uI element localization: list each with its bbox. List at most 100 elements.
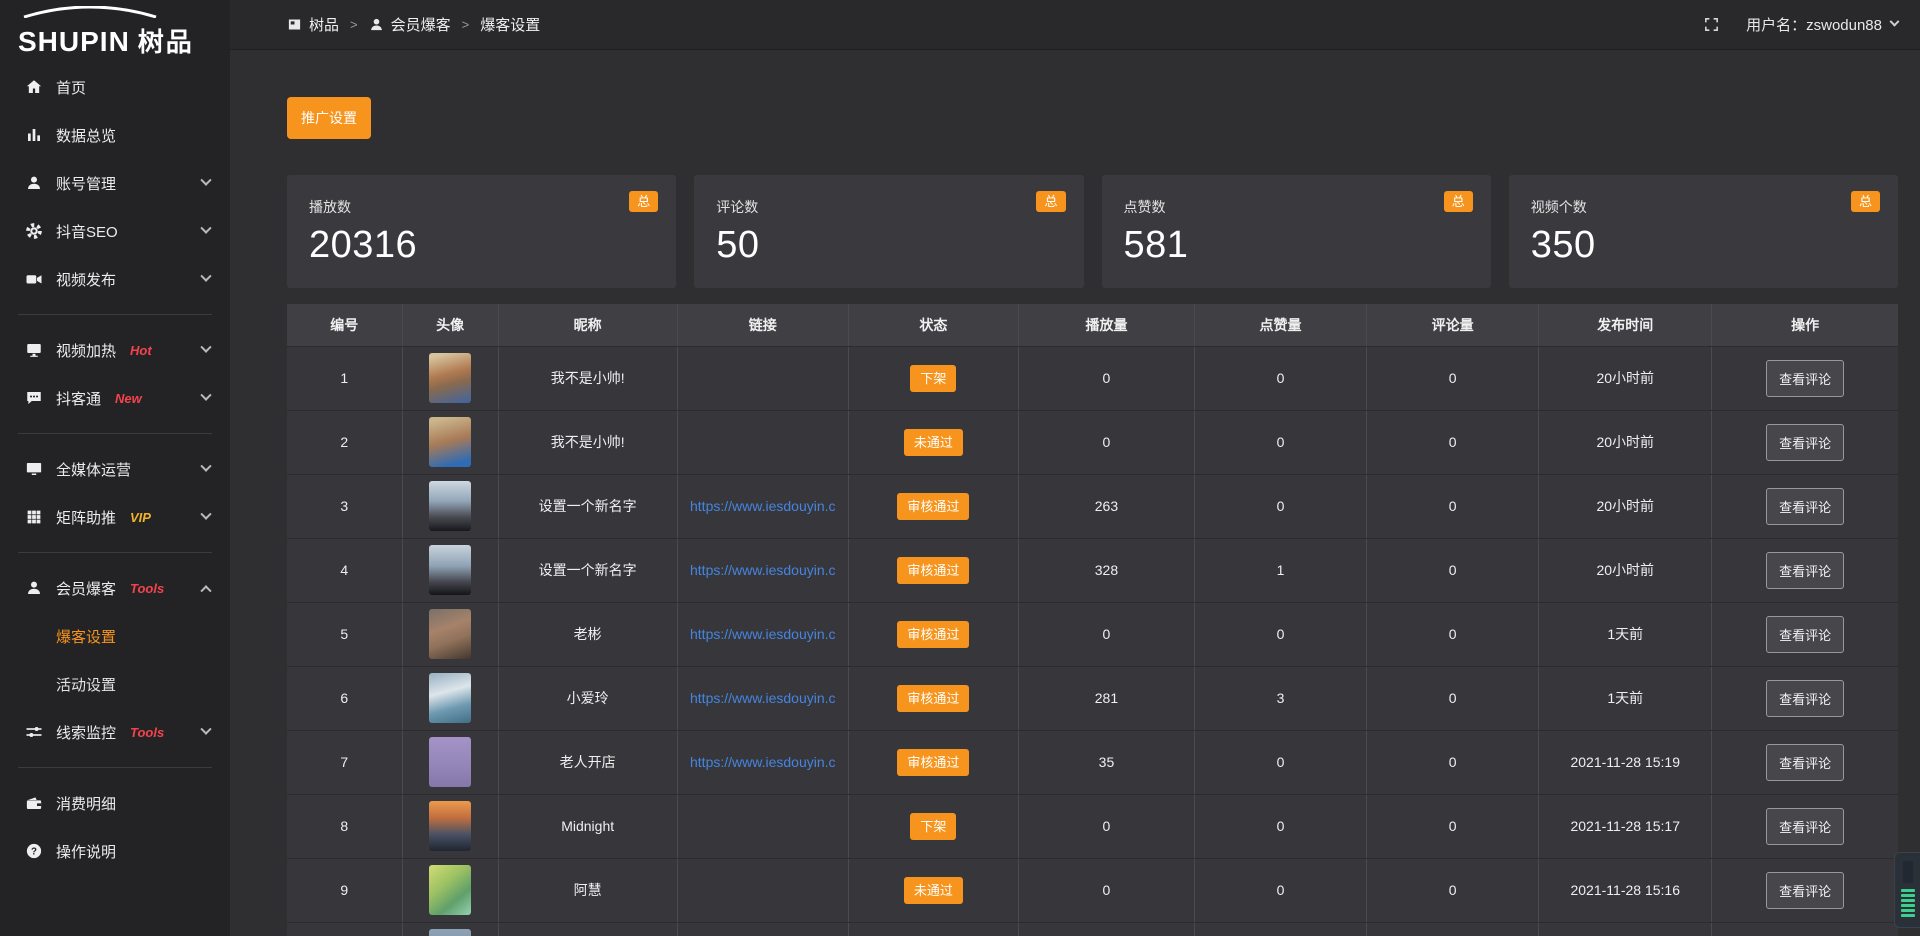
sidebar-subitem-label: 活动设置: [56, 674, 116, 695]
chevron-down-icon: [1890, 17, 1900, 27]
stat-value: 20316: [309, 224, 656, 267]
sidebar-item-label: 视频加热: [56, 340, 116, 361]
sidebar: SHUPIN 树品 首页 数据总览 账号管理 抖音SEO 视频发布: [0, 0, 230, 936]
logo-text-cn: 树品: [138, 22, 194, 59]
sidebar-subitem-baoke-settings[interactable]: 爆客设置: [0, 612, 230, 660]
sidebar-item-member-baoke[interactable]: 会员爆客 Tools: [0, 564, 230, 612]
breadcrumb-separator: >: [350, 17, 358, 32]
sidebar-item-label: 消费明细: [56, 793, 116, 814]
avatar: [429, 865, 471, 915]
row-number: 7: [287, 730, 402, 794]
brand-logo: SHUPIN 树品: [0, 0, 230, 63]
monitor-icon: [25, 460, 43, 478]
comments-count: [1367, 922, 1539, 936]
likes-count: 0: [1195, 346, 1367, 410]
view-comments-button[interactable]: 查看评论: [1766, 744, 1844, 781]
chevron-down-icon: [200, 175, 211, 186]
home-icon: [25, 78, 43, 96]
chevron-down-icon: [200, 461, 211, 472]
sidebar-item-media-ops[interactable]: 全媒体运营: [0, 445, 230, 493]
publish-time: 2021-11-28 15:19: [1539, 730, 1712, 794]
sidebar-item-lead-monitor[interactable]: 线索监控 Tools: [0, 708, 230, 756]
table-row: 5 老彬 https://www.iesdouyin.c 审核通过 0 0 0 …: [287, 602, 1898, 666]
nickname: [498, 922, 677, 936]
comments-count: 0: [1367, 602, 1539, 666]
view-comments-button[interactable]: 查看评论: [1766, 360, 1844, 397]
view-comments-button[interactable]: 查看评论: [1766, 680, 1844, 717]
chevron-down-icon: [200, 724, 211, 735]
sidebar-item-video-heat[interactable]: 视频加热 Hot: [0, 326, 230, 374]
sidebar-item-spend-details[interactable]: 消费明细: [0, 779, 230, 827]
nickname: 设置一个新名字: [498, 474, 677, 538]
plays-count: 35: [1018, 730, 1194, 794]
sidebar-item-douyin-seo[interactable]: 抖音SEO: [0, 207, 230, 255]
view-comments-button[interactable]: 查看评论: [1766, 616, 1844, 653]
sidebar-divider: [18, 767, 212, 768]
sidebar-divider: [18, 433, 212, 434]
publish-time: [1539, 922, 1712, 936]
floating-widget[interactable]: [1894, 852, 1920, 928]
view-comments-button[interactable]: 查看评论: [1766, 552, 1844, 589]
table-row: 8 Midnight 下架 0 0 0 2021-11-28 15:17 查看评…: [287, 794, 1898, 858]
sidebar-item-instructions[interactable]: ? 操作说明: [0, 827, 230, 875]
breadcrumb-item-member-baoke[interactable]: 会员爆客: [369, 14, 451, 35]
table-row: 4 设置一个新名字 https://www.iesdouyin.c 审核通过 3…: [287, 538, 1898, 602]
video-publish-icon: [25, 270, 43, 288]
view-comments-button[interactable]: 查看评论: [1766, 808, 1844, 845]
logo-arc: [20, 6, 160, 18]
status-badge: 审核通过: [897, 685, 969, 712]
video-link[interactable]: https://www.iesdouyin.c: [678, 626, 848, 642]
logo-text-en: SHUPIN: [18, 26, 130, 58]
sidebar-item-douketong[interactable]: 抖客通 New: [0, 374, 230, 422]
new-badge: New: [115, 391, 142, 406]
status-badge: 未通过: [904, 877, 963, 904]
plays-count: 263: [1018, 474, 1194, 538]
stat-label: 视频个数: [1531, 197, 1878, 217]
plays-count: 281: [1018, 666, 1194, 730]
nickname: 我不是小帅!: [498, 346, 677, 410]
comments-count: 0: [1367, 730, 1539, 794]
view-comments-button[interactable]: 查看评论: [1766, 488, 1844, 525]
video-heat-icon: [25, 341, 43, 359]
sidebar-item-data-overview[interactable]: 数据总览: [0, 111, 230, 159]
grid-icon: [25, 508, 43, 526]
publish-time: 20小时前: [1539, 474, 1712, 538]
stat-label: 评论数: [716, 197, 1063, 217]
publish-time: 2021-11-28 15:16: [1539, 858, 1712, 922]
sidebar-item-label: 账号管理: [56, 173, 116, 194]
breadcrumb-separator: >: [462, 17, 470, 32]
view-comments-button[interactable]: 查看评论: [1766, 872, 1844, 909]
user-menu[interactable]: 用户名：zswodun88: [1746, 14, 1898, 35]
sidebar-item-label: 抖客通: [56, 388, 101, 409]
sidebar-item-label: 视频发布: [56, 269, 116, 290]
stats-cards: 播放数 20316 总 评论数 50 总 点赞数 581 总 视频个数 350 …: [287, 175, 1898, 288]
sidebar-item-home[interactable]: 首页: [0, 63, 230, 111]
breadcrumb-item-shupin[interactable]: 树品: [287, 14, 339, 35]
content-area: 推广设置 播放数 20316 总 评论数 50 总 点赞数 581 总 视频个数…: [230, 50, 1920, 936]
likes-count: 0: [1195, 602, 1367, 666]
col-header-status: 状态: [848, 304, 1018, 346]
total-badge: 总: [1851, 191, 1880, 212]
col-header-plays: 播放量: [1018, 304, 1194, 346]
sidebar-item-matrix-boost[interactable]: 矩阵助推 VIP: [0, 493, 230, 541]
nickname: 老人开店: [498, 730, 677, 794]
comments-count: 0: [1367, 538, 1539, 602]
publish-time: 20小时前: [1539, 410, 1712, 474]
video-link[interactable]: https://www.iesdouyin.c: [678, 562, 848, 578]
status-badge: 下架: [910, 813, 956, 840]
sidebar-item-video-publish[interactable]: 视频发布: [0, 255, 230, 303]
video-link[interactable]: https://www.iesdouyin.c: [678, 690, 848, 706]
fullscreen-icon[interactable]: [1703, 16, 1720, 33]
likes-count: [1195, 922, 1367, 936]
sidebar-item-label: 线索监控: [56, 722, 116, 743]
sidebar-subitem-activity-settings[interactable]: 活动设置: [0, 660, 230, 708]
promo-settings-button[interactable]: 推广设置: [287, 97, 371, 139]
video-link[interactable]: https://www.iesdouyin.c: [678, 498, 848, 514]
sidebar-item-account-mgmt[interactable]: 账号管理: [0, 159, 230, 207]
table-header-row: 编号 头像 昵称 链接 状态 播放量 点赞量 评论量 发布时间 操作: [287, 304, 1898, 346]
view-comments-button[interactable]: 查看评论: [1766, 424, 1844, 461]
video-link[interactable]: https://www.iesdouyin.c: [678, 754, 848, 770]
hot-badge: Hot: [130, 343, 152, 358]
row-number: [287, 922, 402, 936]
likes-count: 0: [1195, 730, 1367, 794]
